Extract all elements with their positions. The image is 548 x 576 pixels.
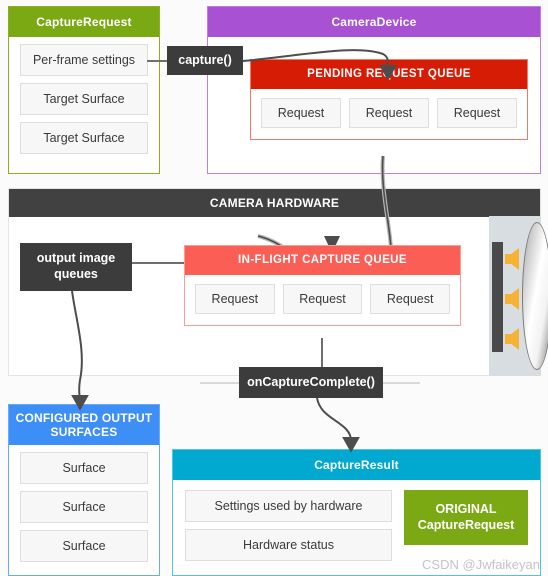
camera-sensor-assembly — [489, 216, 548, 376]
capture-result-header: CaptureResult — [173, 450, 540, 480]
camera-device-body: PENDING REQUEST QUEUE Request Request Re… — [208, 37, 540, 150]
surface-item: Surface — [20, 530, 148, 562]
in-flight-request-item: Request — [370, 284, 451, 314]
watermark-text: CSDN @Jwfaikeyan — [422, 557, 540, 572]
light-ray-arrow-icon — [505, 328, 519, 350]
pending-request-item: Request — [437, 98, 517, 128]
camera-device-header: CameraDevice — [208, 7, 540, 37]
camera-device-panel: CameraDevice PENDING REQUEST QUEUE Reque… — [207, 6, 541, 174]
light-ray-arrow-icon — [505, 248, 519, 270]
pending-request-item: Request — [349, 98, 429, 128]
capture-result-item: Settings used by hardware — [185, 490, 392, 522]
image-sensor-icon — [492, 242, 503, 352]
capture-result-item: Hardware status — [185, 529, 392, 561]
pending-request-queue-header: PENDING REQUEST QUEUE — [251, 60, 527, 89]
configured-output-surfaces-header-line2: SURFACES — [50, 425, 118, 439]
in-flight-request-item: Request — [195, 284, 275, 314]
configured-output-surfaces-header-line1: CONFIGURED OUTPUT — [15, 410, 153, 425]
original-capture-request-line1: ORIGINAL — [435, 502, 497, 516]
on-capture-complete-label: onCaptureComplete() — [239, 367, 383, 398]
original-capture-request-badge: ORIGINAL CaptureRequest — [404, 490, 528, 546]
wire-oncapturecomplete-to-captureresult — [316, 397, 360, 453]
surface-item: Surface — [20, 452, 148, 484]
in-flight-capture-queue-items: Request Request Request — [185, 275, 460, 325]
pending-request-item: Request — [261, 98, 341, 128]
in-flight-capture-queue: IN-FLIGHT CAPTURE QUEUE Request Request … — [184, 245, 461, 326]
capture-result-items: Settings used by hardware Hardware statu… — [185, 490, 392, 561]
camera-hardware-header: CAMERA HARDWARE — [9, 189, 540, 217]
original-capture-request-line2: CaptureRequest — [417, 517, 515, 532]
output-image-queues-line2: queues — [54, 267, 98, 281]
capture-request-item: Target Surface — [20, 83, 148, 115]
capture-request-item: Per-frame settings — [20, 44, 148, 76]
capture-request-header: CaptureRequest — [9, 7, 159, 37]
output-image-queues-line1: output image — [36, 251, 116, 266]
in-flight-capture-queue-header: IN-FLIGHT CAPTURE QUEUE — [185, 246, 460, 275]
light-ray-arrow-icon — [505, 288, 519, 310]
output-image-queues-label: output image queues — [20, 243, 132, 291]
diagram-canvas: CaptureRequest Per-frame settings Target… — [0, 0, 548, 576]
capture-request-panel: CaptureRequest Per-frame settings Target… — [8, 6, 160, 174]
configured-output-surfaces-panel: CONFIGURED OUTPUT SURFACES Surface Surfa… — [8, 404, 160, 576]
configured-output-surfaces-header: CONFIGURED OUTPUT SURFACES — [9, 405, 159, 445]
camera-lens-icon — [522, 222, 548, 370]
in-flight-request-item: Request — [282, 284, 363, 314]
pending-request-queue-items: Request Request Request — [251, 89, 527, 139]
capture-request-item: Target Surface — [20, 122, 148, 154]
surface-item: Surface — [20, 491, 148, 523]
capture-call-label: capture() — [167, 46, 243, 75]
pending-request-queue: PENDING REQUEST QUEUE Request Request Re… — [250, 59, 528, 140]
capture-request-items: Per-frame settings Target Surface Target… — [9, 37, 159, 163]
configured-output-surfaces-items: Surface Surface Surface — [9, 445, 159, 571]
